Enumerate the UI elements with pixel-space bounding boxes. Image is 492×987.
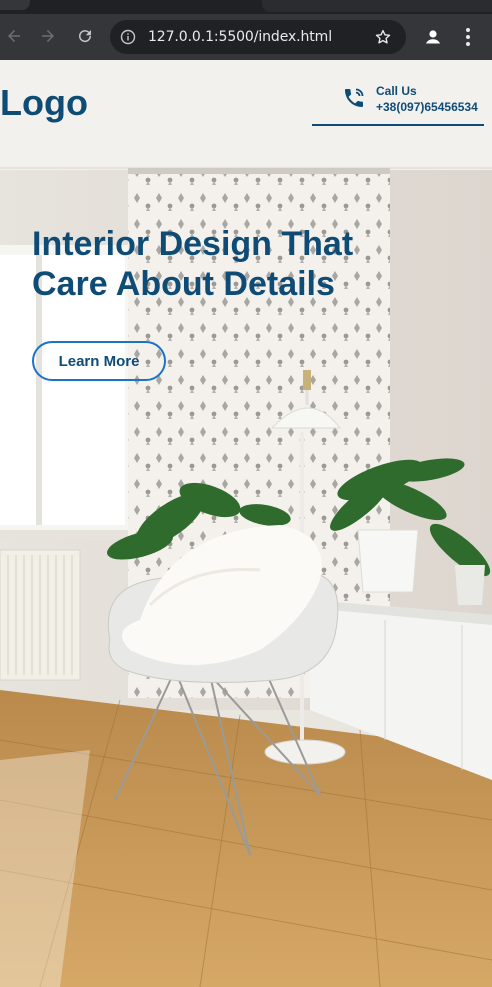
browser-tab[interactable]: [0, 0, 30, 10]
browser-toolbar: 127.0.0.1:5500/index.html: [0, 14, 492, 60]
hero-title: Interior Design That Care About Details: [32, 225, 354, 303]
tab-strip: [0, 0, 492, 14]
menu-icon[interactable]: [458, 25, 478, 49]
reload-button[interactable]: [71, 22, 99, 50]
reload-icon: [79, 30, 92, 43]
address-bar[interactable]: 127.0.0.1:5500/index.html: [110, 20, 406, 54]
hero-background-image: [0, 60, 492, 987]
profile-icon[interactable]: [421, 25, 445, 49]
phone-icon: [345, 88, 364, 107]
url-text: 127.0.0.1:5500/index.html: [148, 29, 332, 45]
forward-button[interactable]: [34, 22, 62, 50]
back-icon: [8, 30, 20, 42]
forward-icon: [42, 30, 54, 42]
star-icon[interactable]: [374, 28, 392, 46]
web-page: Logo Call Us +38(097)65456534 Interior D…: [0, 60, 492, 987]
call-us-link[interactable]: Call Us +38(097)65456534: [312, 82, 484, 126]
tab-strip-background: [262, 0, 492, 12]
phone-number: +38(097)65456534: [376, 100, 478, 114]
site-logo[interactable]: Logo: [0, 82, 88, 124]
learn-more-button[interactable]: Learn More: [32, 341, 166, 381]
back-button[interactable]: [0, 22, 28, 50]
call-us-label: Call Us: [376, 84, 417, 98]
info-icon[interactable]: [120, 29, 136, 45]
